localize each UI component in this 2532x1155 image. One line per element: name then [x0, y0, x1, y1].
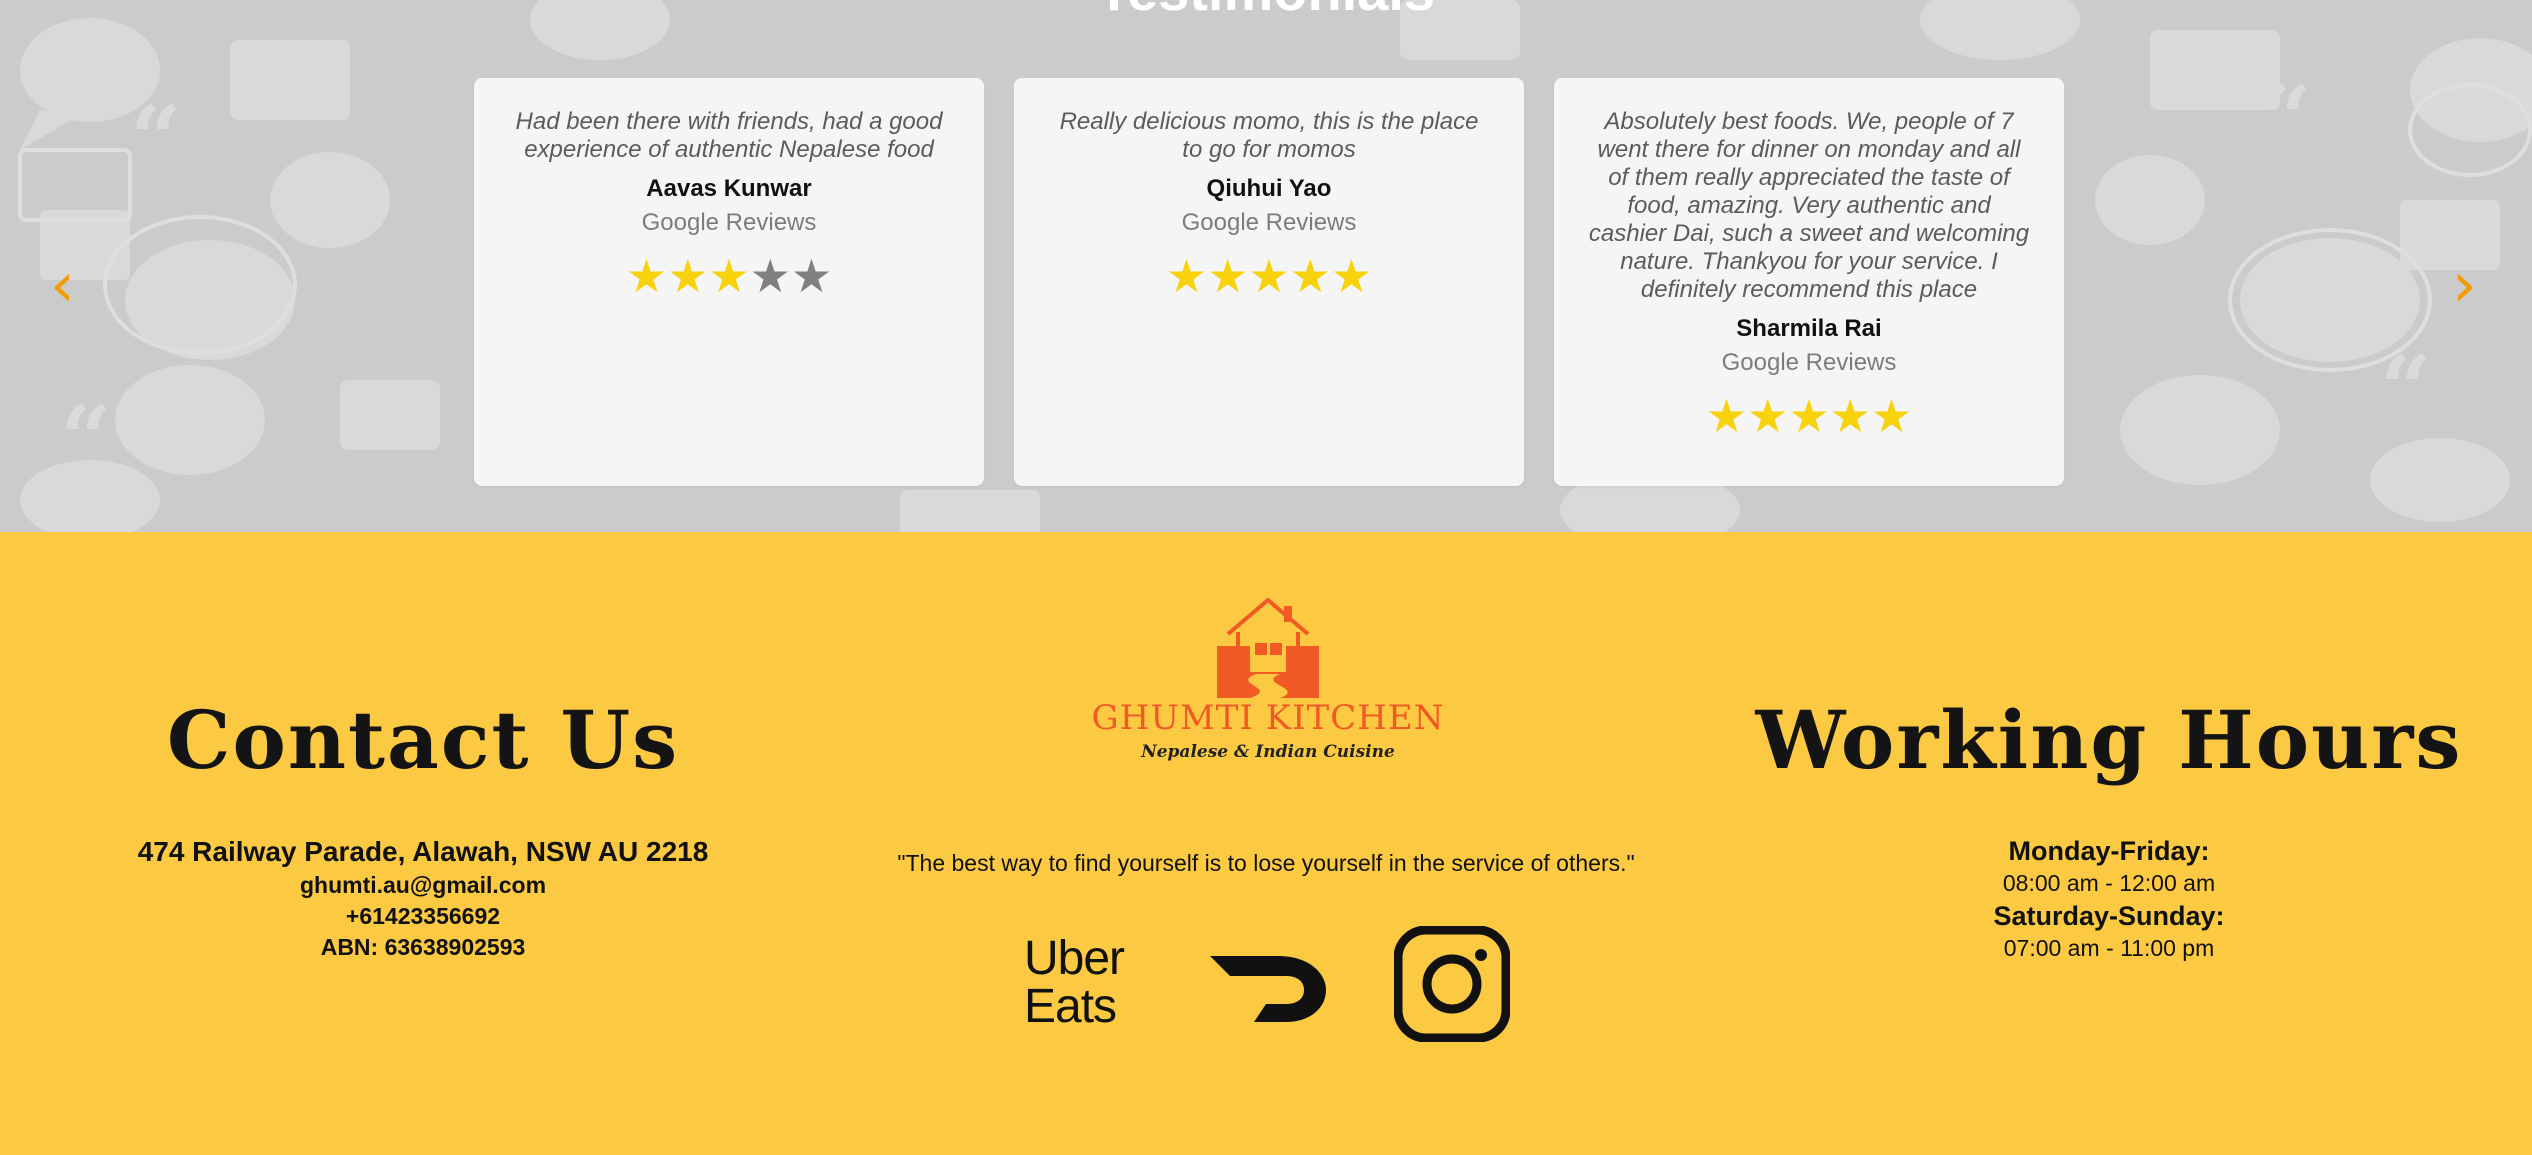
uber-eats-line-1: Uber: [1024, 932, 1125, 985]
star-filled-icon: ★: [1248, 249, 1290, 303]
star-filled-icon: ★: [667, 249, 709, 303]
review-source: Google Reviews: [1181, 209, 1357, 236]
contact-details: 474 Railway Parade, Alawah, NSW AU 2218 …: [40, 834, 806, 963]
star-filled-icon: ★: [1207, 249, 1249, 303]
footer: Contact Us 474 Railway Parade, Alawah, N…: [0, 532, 2532, 1155]
contact-phone[interactable]: +61423356692: [40, 901, 806, 932]
contact-address: 474 Railway Parade, Alawah, NSW AU 2218: [137, 836, 709, 867]
contact-email[interactable]: ghumti.au@gmail.com: [40, 870, 806, 901]
doordash-link[interactable]: [1208, 946, 1330, 1030]
uber-eats-icon: Uber Eats: [1024, 935, 1150, 1031]
testimonials-section: “ “ “ “ Testimonials ‹ › Had been there …: [0, 0, 2532, 532]
star-filled-icon: ★: [1330, 249, 1373, 303]
uber-eats-line-2: Eats: [1024, 980, 1117, 1033]
star-filled-icon: ★: [1829, 389, 1871, 443]
review-text: Absolutely best foods. We, people of 7 w…: [1588, 108, 2030, 303]
reviewer-name: Qiuhui Yao: [1206, 175, 1332, 202]
weekday-time: 08:00 am - 12:00 am: [2002, 870, 2216, 896]
carousel-prev-button[interactable]: ‹: [50, 250, 75, 320]
testimonial-card: Had been there with friends, had a good …: [474, 78, 984, 486]
brand-logo[interactable]: GHUMTI KITCHEN Nepalese & Indian Cuisine: [1080, 592, 1456, 772]
testimonial-card: Absolutely best foods. We, people of 7 w…: [1554, 78, 2064, 486]
weekday-label: Monday-Friday:: [2008, 836, 2210, 866]
star-filled-icon: ★: [625, 249, 668, 303]
doordash-icon: [1210, 956, 1326, 1022]
svg-text:“: “: [2260, 66, 2312, 172]
instagram-icon: [1393, 925, 1511, 1043]
star-filled-icon: ★: [1747, 389, 1789, 443]
chevron-left-icon: ‹: [50, 248, 75, 321]
reviewer-name: Sharmila Rai: [1736, 315, 1882, 342]
star-filled-icon: ★: [1165, 249, 1208, 303]
weekend-time: 07:00 am - 11:00 pm: [2003, 935, 2215, 961]
working-hours: Monday-Friday: 08:00 am - 12:00 am Satur…: [1726, 834, 2492, 964]
chevron-right-icon: ›: [2452, 248, 2477, 321]
weekend-label: Saturday-Sunday:: [1993, 901, 2225, 931]
star-rating: ★★★★★: [1588, 388, 2030, 444]
svg-text:“: “: [2380, 336, 2432, 442]
instagram-link[interactable]: [1393, 925, 1511, 1043]
star-filled-icon: ★: [1705, 389, 1748, 443]
review-text: Really delicious momo, this is the place…: [1059, 108, 1479, 163]
brand-name: GHUMTI KITCHEN: [1091, 698, 1445, 738]
review-source: Google Reviews: [1721, 349, 1897, 376]
house-logo-icon: [1217, 597, 1319, 698]
review-source: Google Reviews: [641, 209, 817, 236]
testimonials-heading: Testimonials: [0, 0, 2532, 23]
brand-tagline: Nepalese & Indian Cuisine: [1141, 742, 1395, 762]
star-filled-icon: ★: [708, 249, 750, 303]
review-text: Had been there with friends, had a good …: [515, 108, 943, 163]
star-rating: ★★★★★: [1048, 248, 1490, 304]
uber-eats-link[interactable]: Uber Eats: [1024, 935, 1150, 1031]
star-filled-icon: ★: [1870, 389, 1913, 443]
svg-text:“: “: [130, 86, 182, 192]
star-empty-icon: ★: [790, 249, 833, 303]
star-empty-icon: ★: [749, 249, 791, 303]
star-rating: ★★★★★: [508, 248, 950, 304]
reviewer-name: Aavas Kunwar: [646, 175, 812, 202]
contact-heading: Contact Us: [166, 693, 680, 787]
brand-quote: "The best way to find yourself is to los…: [897, 850, 1635, 876]
star-filled-icon: ★: [1788, 389, 1830, 443]
carousel-next-button[interactable]: ›: [2452, 250, 2477, 320]
hours-heading: Working Hours: [1755, 693, 2463, 787]
testimonial-card: Really delicious momo, this is the place…: [1014, 78, 1524, 486]
star-filled-icon: ★: [1289, 249, 1331, 303]
svg-text:“: “: [60, 386, 112, 492]
contact-abn: ABN: 63638902593: [320, 934, 526, 960]
